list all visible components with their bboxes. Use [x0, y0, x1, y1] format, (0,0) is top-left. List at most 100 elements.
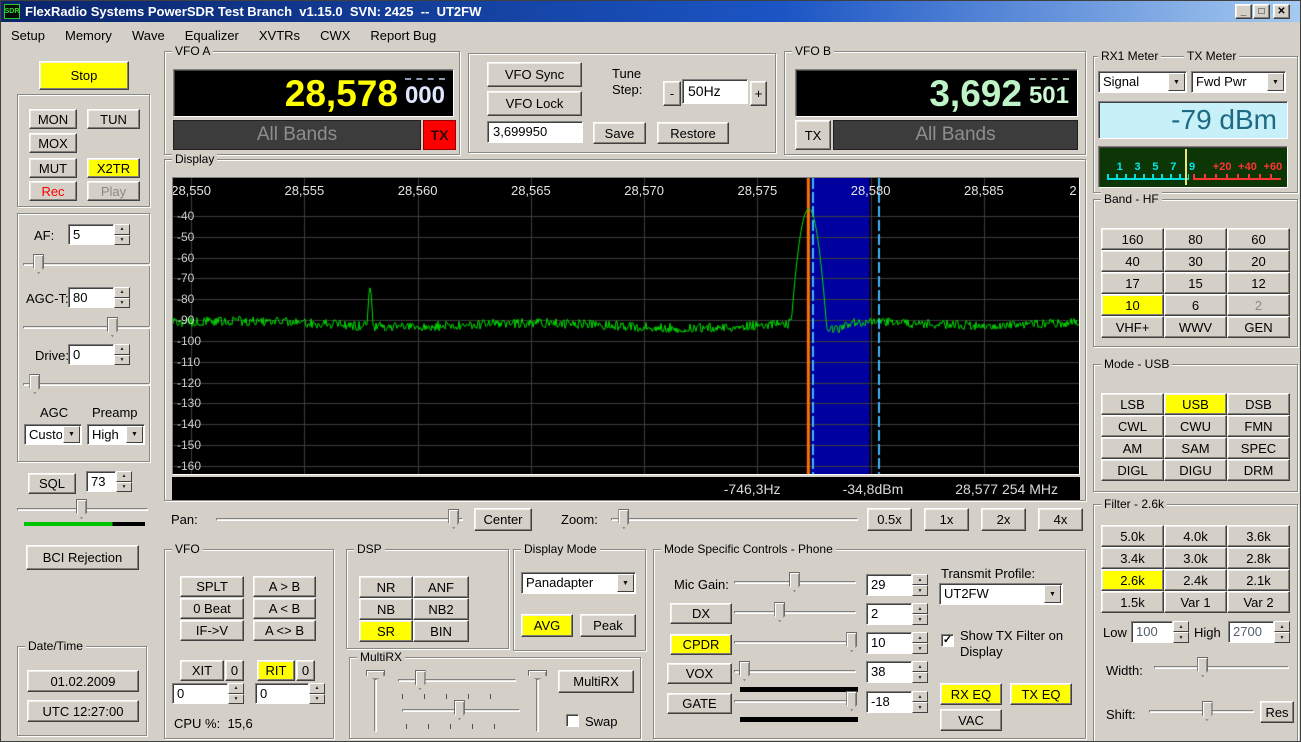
agct-spinner[interactable]: 80▲▼: [68, 287, 130, 308]
band-button-10[interactable]: 10: [1101, 294, 1164, 316]
band-button-80[interactable]: 80: [1164, 228, 1227, 250]
cpdr-button[interactable]: CPDR: [670, 634, 732, 655]
swap-checkbox[interactable]: [566, 714, 579, 727]
mode-button-sam[interactable]: SAM: [1164, 437, 1227, 459]
filter-button-var-1[interactable]: Var 1: [1164, 591, 1227, 613]
menu-item-wave[interactable]: Wave: [122, 28, 175, 43]
save-button[interactable]: Save: [593, 122, 646, 144]
multirx-pan2-slider[interactable]: [528, 670, 548, 732]
band-button-30[interactable]: 30: [1164, 250, 1227, 272]
vfob-tx-button[interactable]: TX: [795, 120, 831, 150]
cpdr-slider[interactable]: [734, 632, 856, 654]
zoom-preset-1x[interactable]: 1x: [924, 508, 969, 531]
mode-button-digl[interactable]: DIGL: [1101, 459, 1164, 481]
vfo-button-a-b[interactable]: A < B: [253, 598, 316, 619]
tun-button[interactable]: TUN: [87, 109, 140, 129]
avg-button[interactable]: AVG: [521, 614, 573, 637]
minimize-button[interactable]: _: [1235, 4, 1252, 19]
filter-width-slider[interactable]: [1154, 657, 1289, 679]
dsp-button-anf[interactable]: ANF: [413, 576, 469, 598]
dx-button[interactable]: DX: [670, 603, 732, 624]
band-button-vhf+[interactable]: VHF+: [1101, 316, 1164, 338]
mode-button-dsb[interactable]: DSB: [1227, 393, 1290, 415]
dsp-button-bin[interactable]: BIN: [413, 620, 469, 642]
filter-high-spinner[interactable]: 2700▲▼: [1228, 621, 1290, 643]
zoom-preset-4x[interactable]: 4x: [1038, 508, 1083, 531]
vfo-button-a-b[interactable]: A > B: [253, 576, 316, 597]
dsp-button-nr[interactable]: NR: [359, 576, 413, 598]
drive-spinner[interactable]: 0▲▼: [68, 344, 130, 365]
band-button-20[interactable]: 20: [1227, 250, 1290, 272]
mode-button-am[interactable]: AM: [1101, 437, 1164, 459]
drive-slider[interactable]: [23, 374, 150, 396]
band-button-40[interactable]: 40: [1101, 250, 1164, 272]
mic-gain-spinner[interactable]: 29▲▼: [866, 574, 928, 596]
mut-button[interactable]: MUT: [29, 158, 77, 178]
mode-button-cwu[interactable]: CWU: [1164, 415, 1227, 437]
vox-spinner[interactable]: 38▲▼: [866, 661, 928, 683]
band-button-60[interactable]: 60: [1227, 228, 1290, 250]
dx-slider[interactable]: [734, 602, 856, 624]
filter-button-3.0k[interactable]: 3.0k: [1164, 547, 1227, 569]
filter-button-3.6k[interactable]: 3.6k: [1227, 525, 1290, 547]
dsp-button-nb[interactable]: NB: [359, 598, 413, 620]
zoom-preset-0.5x[interactable]: 0.5x: [867, 508, 912, 531]
display-mode-select[interactable]: Panadapter▼: [521, 572, 636, 594]
dsp-button-nb2[interactable]: NB2: [413, 598, 469, 620]
memory-frequency-field[interactable]: 3,699950: [487, 121, 583, 143]
af-spinner[interactable]: 5▲▼: [68, 224, 130, 245]
close-button[interactable]: ✕: [1273, 4, 1290, 19]
filter-button-2.1k[interactable]: 2.1k: [1227, 569, 1290, 591]
af-slider[interactable]: [23, 254, 150, 276]
menu-item-setup[interactable]: Setup: [1, 28, 55, 43]
show-tx-filter-checkbox[interactable]: ✓: [941, 634, 954, 647]
maximize-button[interactable]: □: [1253, 4, 1270, 19]
restore-button[interactable]: Restore: [657, 122, 729, 144]
filter-low-spinner[interactable]: 100▲▼: [1131, 621, 1189, 643]
filter-res-button[interactable]: Res: [1260, 701, 1294, 723]
mode-button-usb[interactable]: USB: [1164, 393, 1227, 415]
pan-slider[interactable]: [216, 509, 463, 531]
mode-button-lsb[interactable]: LSB: [1101, 393, 1164, 415]
band-button-12[interactable]: 12: [1227, 272, 1290, 294]
cpdr-spinner[interactable]: 10▲▼: [866, 632, 928, 654]
mox-button[interactable]: MOX: [29, 133, 77, 153]
vox-slider[interactable]: [734, 661, 856, 683]
vfo-button-splt[interactable]: SPLT: [180, 576, 244, 597]
vfo-lock-button[interactable]: VFO Lock: [487, 91, 582, 116]
tune-step-field[interactable]: 50Hz: [682, 79, 748, 104]
preamp-select[interactable]: High▼: [87, 424, 145, 445]
mode-button-spec[interactable]: SPEC: [1227, 437, 1290, 459]
vfo-sync-button[interactable]: VFO Sync: [487, 62, 582, 87]
x2tr-button[interactable]: X2TR: [87, 158, 140, 178]
multirx-button[interactable]: MultiRX: [558, 670, 634, 693]
mon-button[interactable]: MON: [29, 109, 77, 129]
mode-button-cwl[interactable]: CWL: [1101, 415, 1164, 437]
bci-rejection-button[interactable]: BCI Rejection: [26, 545, 139, 570]
sql-spinner[interactable]: 73▲▼: [86, 471, 132, 492]
zoom-slider[interactable]: [611, 509, 858, 531]
filter-button-5.0k[interactable]: 5.0k: [1101, 525, 1164, 547]
dx-spinner[interactable]: 2▲▼: [866, 603, 928, 625]
gate-spinner[interactable]: -18▲▼: [866, 691, 928, 713]
mode-button-drm[interactable]: DRM: [1227, 459, 1290, 481]
xit-spinner[interactable]: 0▲▼: [172, 683, 244, 704]
rx-eq-button[interactable]: RX EQ: [940, 683, 1002, 705]
tune-step-down-button[interactable]: -: [663, 81, 681, 106]
filter-button-2.6k[interactable]: 2.6k: [1101, 569, 1164, 591]
transmit-profile-select[interactable]: UT2FW▼: [939, 583, 1063, 605]
filter-button-var-2[interactable]: Var 2: [1227, 591, 1290, 613]
rit-button[interactable]: RIT: [257, 660, 295, 681]
xit-zero-button[interactable]: 0: [225, 660, 244, 681]
menu-item-equalizer[interactable]: Equalizer: [175, 28, 249, 43]
rit-zero-button[interactable]: 0: [296, 660, 315, 681]
tune-step-up-button[interactable]: +: [750, 81, 767, 106]
band-button-gen[interactable]: GEN: [1227, 316, 1290, 338]
vfoa-frequency-display[interactable]: 28,578 000: [173, 69, 454, 117]
band-button-6[interactable]: 6: [1164, 294, 1227, 316]
peak-button[interactable]: Peak: [580, 614, 636, 637]
zoom-preset-2x[interactable]: 2x: [981, 508, 1026, 531]
play-button[interactable]: Play: [87, 181, 140, 201]
band-button-15[interactable]: 15: [1164, 272, 1227, 294]
mic-gain-slider[interactable]: [734, 572, 856, 594]
